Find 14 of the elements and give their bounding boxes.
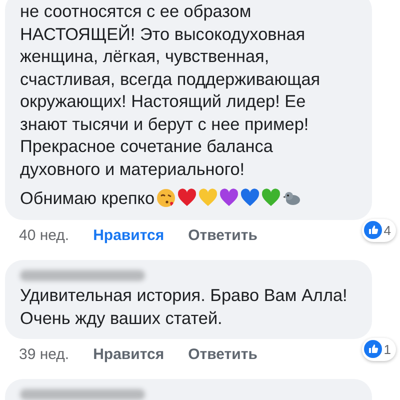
comment-text: Удивительная история. Браво Вам Алла! Очень жду ваших статей. <box>20 284 348 329</box>
comment-text: не соотносятся с ее образом НАСТОЯЩЕЙ! Это высокодуховная женщина, лёгкая, чувственная, счастливая, всегда поддерживающая окружающих! Настоящий лидер! Ее знают тысячи и берут с нее пример! Прекрасное сочетание баланса духовного и материального! <box>20 0 322 180</box>
thumbs-up-icon <box>364 340 382 358</box>
kissing-face-icon <box>156 188 176 208</box>
reply-link[interactable]: Ответить <box>188 344 258 379</box>
comment-time: 39 нед. <box>19 345 70 365</box>
reply-link[interactable]: Ответить <box>188 225 258 260</box>
like-link[interactable]: Нравится <box>93 344 164 379</box>
reaction-count: 1 <box>362 338 396 361</box>
reaction-count: 4 <box>362 218 396 242</box>
like-link[interactable]: Нравится <box>93 225 164 260</box>
comment-time: 40 нед. <box>19 226 70 246</box>
comment-text: Обнимаю крепко <box>20 187 155 210</box>
thumbs-up-icon <box>364 221 382 240</box>
